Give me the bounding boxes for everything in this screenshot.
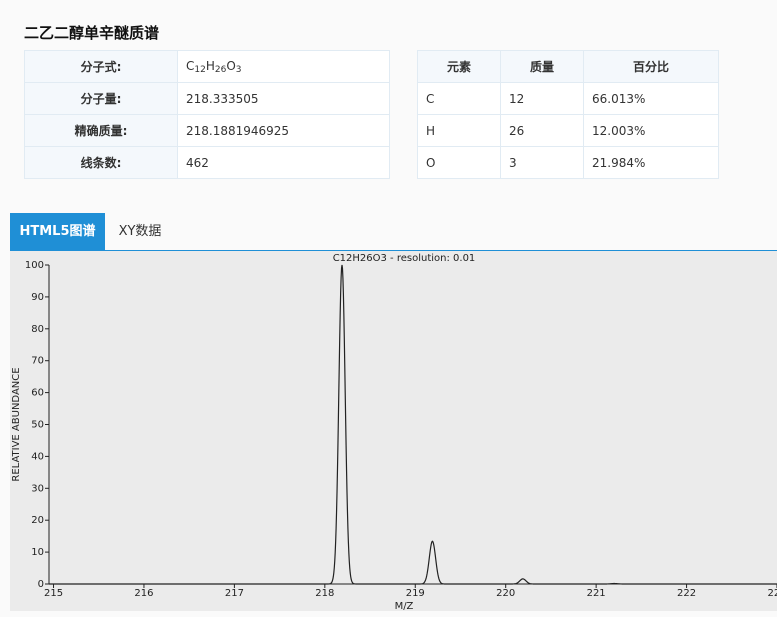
tab-html5-spectrum[interactable]: HTML5图谱 [10,213,105,250]
column-header-percent: 百分比 [583,50,719,83]
table-cell: H [417,114,501,147]
y-tick-label: 70 [31,356,44,367]
formula-symbol: H [205,58,215,73]
line-count-value: 462 [177,146,390,179]
formula-symbol: O [226,58,236,73]
elements-table: 元素 质量 百分比 C 12 66.013% H 26 12.003% O 3 … [417,50,719,179]
y-tick-label: 100 [25,260,44,271]
formula-value: C12H26O3 [177,50,390,83]
exact-mass-value: 218.1881946925 [177,114,390,147]
table-cell: 66.013% [583,82,719,115]
spectrum-series-line [49,264,777,585]
y-tick-label: 40 [31,451,44,462]
axes [48,265,777,585]
x-tick-label: 215 [44,588,63,599]
y-tick-label: 20 [31,515,44,526]
table-row: H 26 12.003% [417,114,719,147]
tab-bar: HTML5图谱 XY数据 [10,213,777,252]
y-axis-label: RELATIVE ABUNDANCE [11,367,22,481]
formula-subscript: 3 [235,64,242,75]
table-row: 精确质量: 218.1881946925 [24,114,390,147]
x-tick-label: 221 [587,588,606,599]
table-row: 分子量: 218.333505 [24,82,390,115]
molecular-weight-label: 分子量: [24,82,178,115]
x-axis-label: M/Z [395,601,414,611]
table-row: O 3 21.984% [417,146,719,179]
x-tick-label: 216 [134,588,153,599]
tick-marks: 0102030405060708090100215 216 217 218 219 220… [25,260,777,599]
page-title: 二乙二醇单辛醚质谱 [24,24,160,42]
spectrum-chart: C12H26O3 - resolution: 0.01 RELATIVE ABU… [11,253,777,612]
formula-label: 分子式: [24,50,178,83]
y-tick-label: 60 [31,388,44,399]
y-tick-label: 90 [31,292,44,303]
x-tick-label: 222 [677,588,696,599]
table-cell: C [417,82,501,115]
y-tick-label: 10 [31,547,44,558]
table-header-row: 元素 质量 百分比 [417,50,719,83]
exact-mass-label: 精确质量: [24,114,178,147]
formula-subscript: 12 [194,64,206,75]
y-tick-label: 30 [31,483,44,494]
table-cell: O [417,146,501,179]
table-cell: 12 [500,82,584,115]
y-tick-label: 50 [31,420,44,431]
table-cell: 26 [500,114,584,147]
line-count-label: 线条数: [24,146,178,179]
table-cell: 3 [500,146,584,179]
tab-xy-data[interactable]: XY数据 [108,213,172,250]
formula-subscript: 26 [214,64,227,75]
column-header-mass: 质量 [500,50,584,83]
x-tick-label: 220 [496,588,515,599]
x-tick-label: 217 [225,588,244,599]
table-row: 线条数: 462 [24,146,390,179]
table-cell: 12.003% [583,114,719,147]
y-tick-label: 80 [31,324,44,335]
properties-table: 分子式: C12H26O3 分子量: 218.333505 精确质量: 218.… [24,50,390,179]
chart-area: C12H26O3 - resolution: 0.01 RELATIVE ABU… [10,251,777,612]
table-cell: 21.984% [583,146,719,179]
column-header-element: 元素 [417,50,501,83]
x-tick-label: 219 [406,588,425,599]
table-row: C 12 66.013% [417,82,719,115]
table-row: 分子式: C12H26O3 [24,50,390,83]
x-tick-label: 218 [315,588,334,599]
molecular-weight-value: 218.333505 [177,82,390,115]
chart-title: C12H26O3 - resolution: 0.01 [333,253,476,264]
x-tick-label: 223 [767,588,777,599]
